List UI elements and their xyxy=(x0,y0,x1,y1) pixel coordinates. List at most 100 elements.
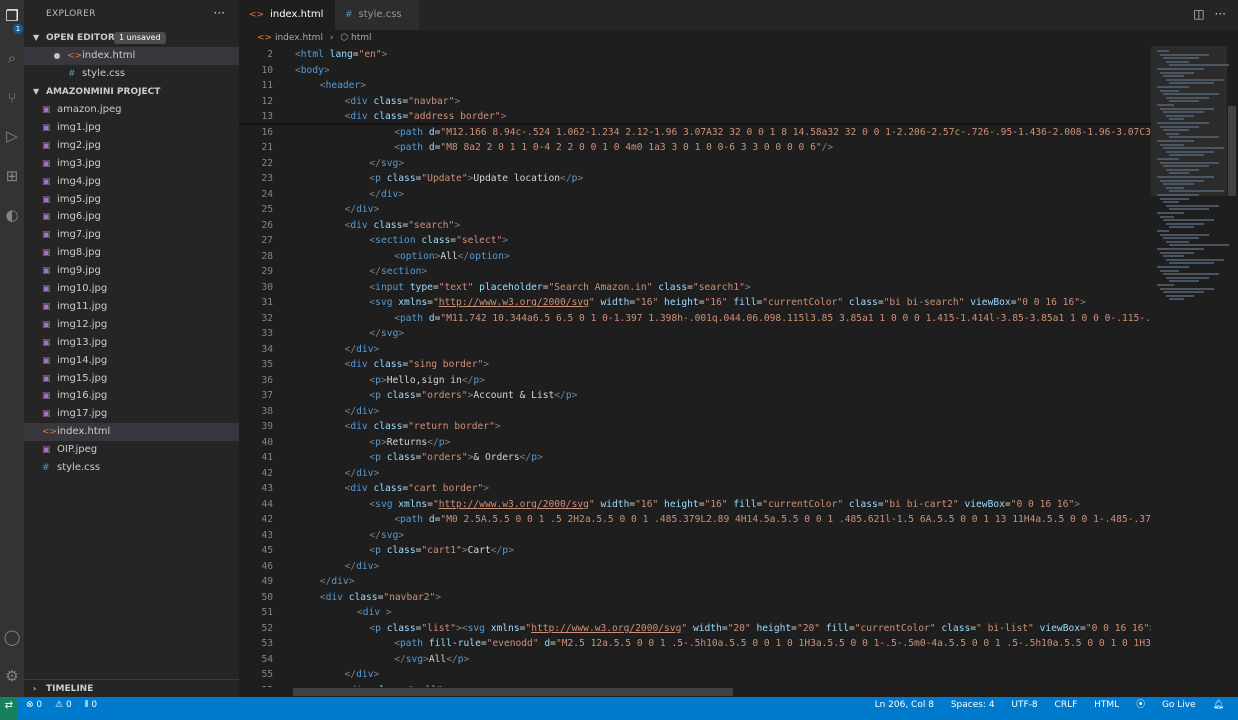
code-line[interactable]: 23 <p class="Update">Update location</p> xyxy=(239,171,1151,187)
code-line[interactable]: 10 <body> xyxy=(239,62,1151,78)
problems-warnings[interactable]: ⚠ 0 xyxy=(55,700,72,710)
file-item[interactable]: ▣ img2.jpg xyxy=(24,137,239,155)
minimap-stripe xyxy=(1163,129,1189,132)
code-editor[interactable]: 2 <html lang="en"> 10 <body> 11 <header> 12 <di… xyxy=(239,46,1151,687)
more-actions-icon[interactable]: ··· xyxy=(1215,7,1226,21)
file-item[interactable]: ▣ img11.jpg xyxy=(24,298,239,316)
code-line[interactable]: 26 <div class="search"> xyxy=(239,218,1151,234)
minimap[interactable] xyxy=(1151,46,1229,687)
file-item[interactable]: # style.css xyxy=(24,459,239,477)
code-line[interactable]: 37 <p class="orders">Account & List</p> xyxy=(239,388,1151,404)
file-item[interactable]: ▣ img3.jpg xyxy=(24,155,239,173)
remote-indicator-icon[interactable]: ⇄ xyxy=(0,697,18,720)
ports-indicator[interactable]: ⦀ 0 xyxy=(85,700,98,710)
code-line[interactable]: 25 </div> xyxy=(239,202,1151,218)
code-line[interactable]: 50 <div class="navbar2"> xyxy=(239,590,1151,606)
file-item[interactable]: ▣ img12.jpg xyxy=(24,316,239,334)
vertical-scrollbar[interactable] xyxy=(1227,46,1238,687)
horizontal-scroll-thumb[interactable] xyxy=(293,688,733,696)
file-item[interactable]: ▣ img13.jpg xyxy=(24,334,239,352)
vertical-scroll-thumb[interactable] xyxy=(1228,106,1236,196)
language-mode[interactable]: HTML xyxy=(1094,700,1119,710)
code-line[interactable]: 46 </div> xyxy=(239,559,1151,575)
remote-explorer-icon[interactable]: ◐ xyxy=(2,205,22,225)
code-line[interactable]: 16 <path d="M12.166 8.94c-.524 1.062-1.23… xyxy=(239,125,1151,141)
code-line[interactable]: 12 <div class="navbar"> xyxy=(239,93,1151,109)
accounts-icon[interactable]: ◯ xyxy=(2,627,22,647)
code-line[interactable]: 45 <p class="cart1">Cart</p> xyxy=(239,543,1151,559)
code-line[interactable]: 39 <div class="return border"> xyxy=(239,419,1151,435)
code-line[interactable]: 28 <option>All</option> xyxy=(239,249,1151,265)
code-line[interactable]: 42 </div> xyxy=(239,466,1151,482)
file-item[interactable]: ▣ img14.jpg xyxy=(24,352,239,370)
indentation[interactable]: Spaces: 4 xyxy=(951,700,995,710)
code-line[interactable]: 40 <p>Returns</p> xyxy=(239,435,1151,451)
code-line[interactable]: 38 </div> xyxy=(239,404,1151,420)
file-item[interactable]: ▣ img9.jpg xyxy=(24,262,239,280)
run-debug-icon[interactable]: ▷ xyxy=(2,126,22,146)
code-line[interactable]: 21 <path d="M8 8a2 2 0 1 1 0-4 2 2 0 0 1 … xyxy=(239,140,1151,156)
code-line[interactable]: 52 <p class="list"><svg xmlns="http://www… xyxy=(239,621,1151,637)
source-control-icon[interactable]: ⑂ xyxy=(2,88,22,108)
code-line[interactable]: 51 <div > xyxy=(239,605,1151,621)
tab-style-css[interactable]: # style.css xyxy=(335,0,419,30)
open-editors-header[interactable]: ▼ OPEN EDITORS 1 unsaved xyxy=(24,29,239,47)
file-item[interactable]: ▣ img7.jpg xyxy=(24,226,239,244)
notifications-bell-icon[interactable]: 🔔︎ xyxy=(1213,700,1224,710)
file-item[interactable]: ▣ img8.jpg xyxy=(24,244,239,262)
code-line[interactable]: 41 <p class="orders">& Orders</p> xyxy=(239,450,1151,466)
file-item[interactable]: ▣ img4.jpg xyxy=(24,173,239,191)
breadcrumb-file[interactable]: index.html xyxy=(275,33,323,43)
code-line[interactable]: 34 </div> xyxy=(239,342,1151,358)
file-item[interactable]: <> index.html xyxy=(24,423,239,442)
breadcrumb-node[interactable]: html xyxy=(351,33,372,43)
code-line[interactable]: 43 <div class="cart border"> xyxy=(239,481,1151,497)
settings-gear-icon[interactable]: ⚙ xyxy=(2,666,22,686)
search-icon[interactable]: ⌕ xyxy=(2,48,22,68)
code-line[interactable]: 54 </svg>All</p> xyxy=(239,652,1151,668)
file-item[interactable]: ▣ img5.jpg xyxy=(24,191,239,209)
code-line[interactable]: 32 <path d="M11.742 10.344a6.5 6.5 0 1 0-… xyxy=(239,311,1151,327)
code-line[interactable]: 35 <div class="sing border"> xyxy=(239,357,1151,373)
code-line[interactable]: 27 <section class="select"> xyxy=(239,233,1151,249)
file-item[interactable]: ▣ img17.jpg xyxy=(24,405,239,423)
tab-index-html[interactable]: <> index.html xyxy=(239,0,335,46)
code-line[interactable]: 55 </div> xyxy=(239,667,1151,683)
code-line[interactable]: 24 </div> xyxy=(239,187,1151,203)
code-line[interactable]: 43 </svg> xyxy=(239,528,1151,544)
split-editor-icon[interactable]: ◫ xyxy=(1193,7,1204,21)
project-folder-header[interactable]: ▼ AMAZONMINI PROJECT xyxy=(24,83,239,101)
encoding[interactable]: UTF-8 xyxy=(1011,700,1037,710)
code-line[interactable]: 53 <path fill-rule="evenodd" d="M2.5 12a.… xyxy=(239,636,1151,652)
go-live-button[interactable]: ⦿ Go Live xyxy=(1136,700,1196,710)
cursor-position[interactable]: Ln 206, Col 8 xyxy=(875,700,934,710)
code-line[interactable]: 33 </svg> xyxy=(239,326,1151,342)
code-line[interactable]: 36 <p>Hello,sign in</p> xyxy=(239,373,1151,389)
open-editor-index-html[interactable]: <> index.html xyxy=(24,47,239,65)
file-item[interactable]: ▣ img6.jpg xyxy=(24,208,239,226)
code-line[interactable]: 2 <html lang="en"> xyxy=(239,47,1151,63)
more-actions-icon[interactable]: ··· xyxy=(214,6,225,20)
file-item[interactable]: ▣ amazon.jpeg xyxy=(24,101,239,119)
code-line[interactable]: 31 <svg xmlns="http://www.w3.org/2000/svg… xyxy=(239,295,1151,311)
code-line[interactable]: 11 <header> xyxy=(239,78,1151,94)
end-of-line[interactable]: CRLF xyxy=(1055,700,1078,710)
unsaved-dot-icon[interactable] xyxy=(54,53,60,59)
code-line[interactable]: 30 <input type="text" placeholder="Search… xyxy=(239,280,1151,296)
code-line[interactable]: 22 </svg> xyxy=(239,156,1151,172)
code-line[interactable]: 49 </div> xyxy=(239,574,1151,590)
code-line[interactable]: 55 <div class="sell"> xyxy=(239,683,1151,688)
extensions-icon[interactable]: ⊞ xyxy=(2,166,22,186)
open-editor-style-css[interactable]: # style.css xyxy=(24,65,239,83)
file-item[interactable]: ▣ OIP.jpeg xyxy=(24,441,239,459)
problems-errors[interactable]: ⊗ 0 xyxy=(26,700,42,710)
file-item[interactable]: ▣ img15.jpg xyxy=(24,370,239,388)
code-line[interactable]: 44 <svg xmlns="http://www.w3.org/2000/svg… xyxy=(239,497,1151,513)
code-line[interactable]: 29 </section> xyxy=(239,264,1151,280)
explorer-icon[interactable]: ❐ xyxy=(2,6,22,26)
file-item[interactable]: ▣ img10.jpg xyxy=(24,280,239,298)
file-item[interactable]: ▣ img16.jpg xyxy=(24,387,239,405)
file-item[interactable]: ▣ img1.jpg xyxy=(24,119,239,137)
code-line[interactable]: 42 <path d="M0 2.5A.5.5 0 0 1 .5 2H2a.5.5… xyxy=(239,512,1151,528)
timeline-header[interactable]: › TIMELINE xyxy=(24,679,239,697)
